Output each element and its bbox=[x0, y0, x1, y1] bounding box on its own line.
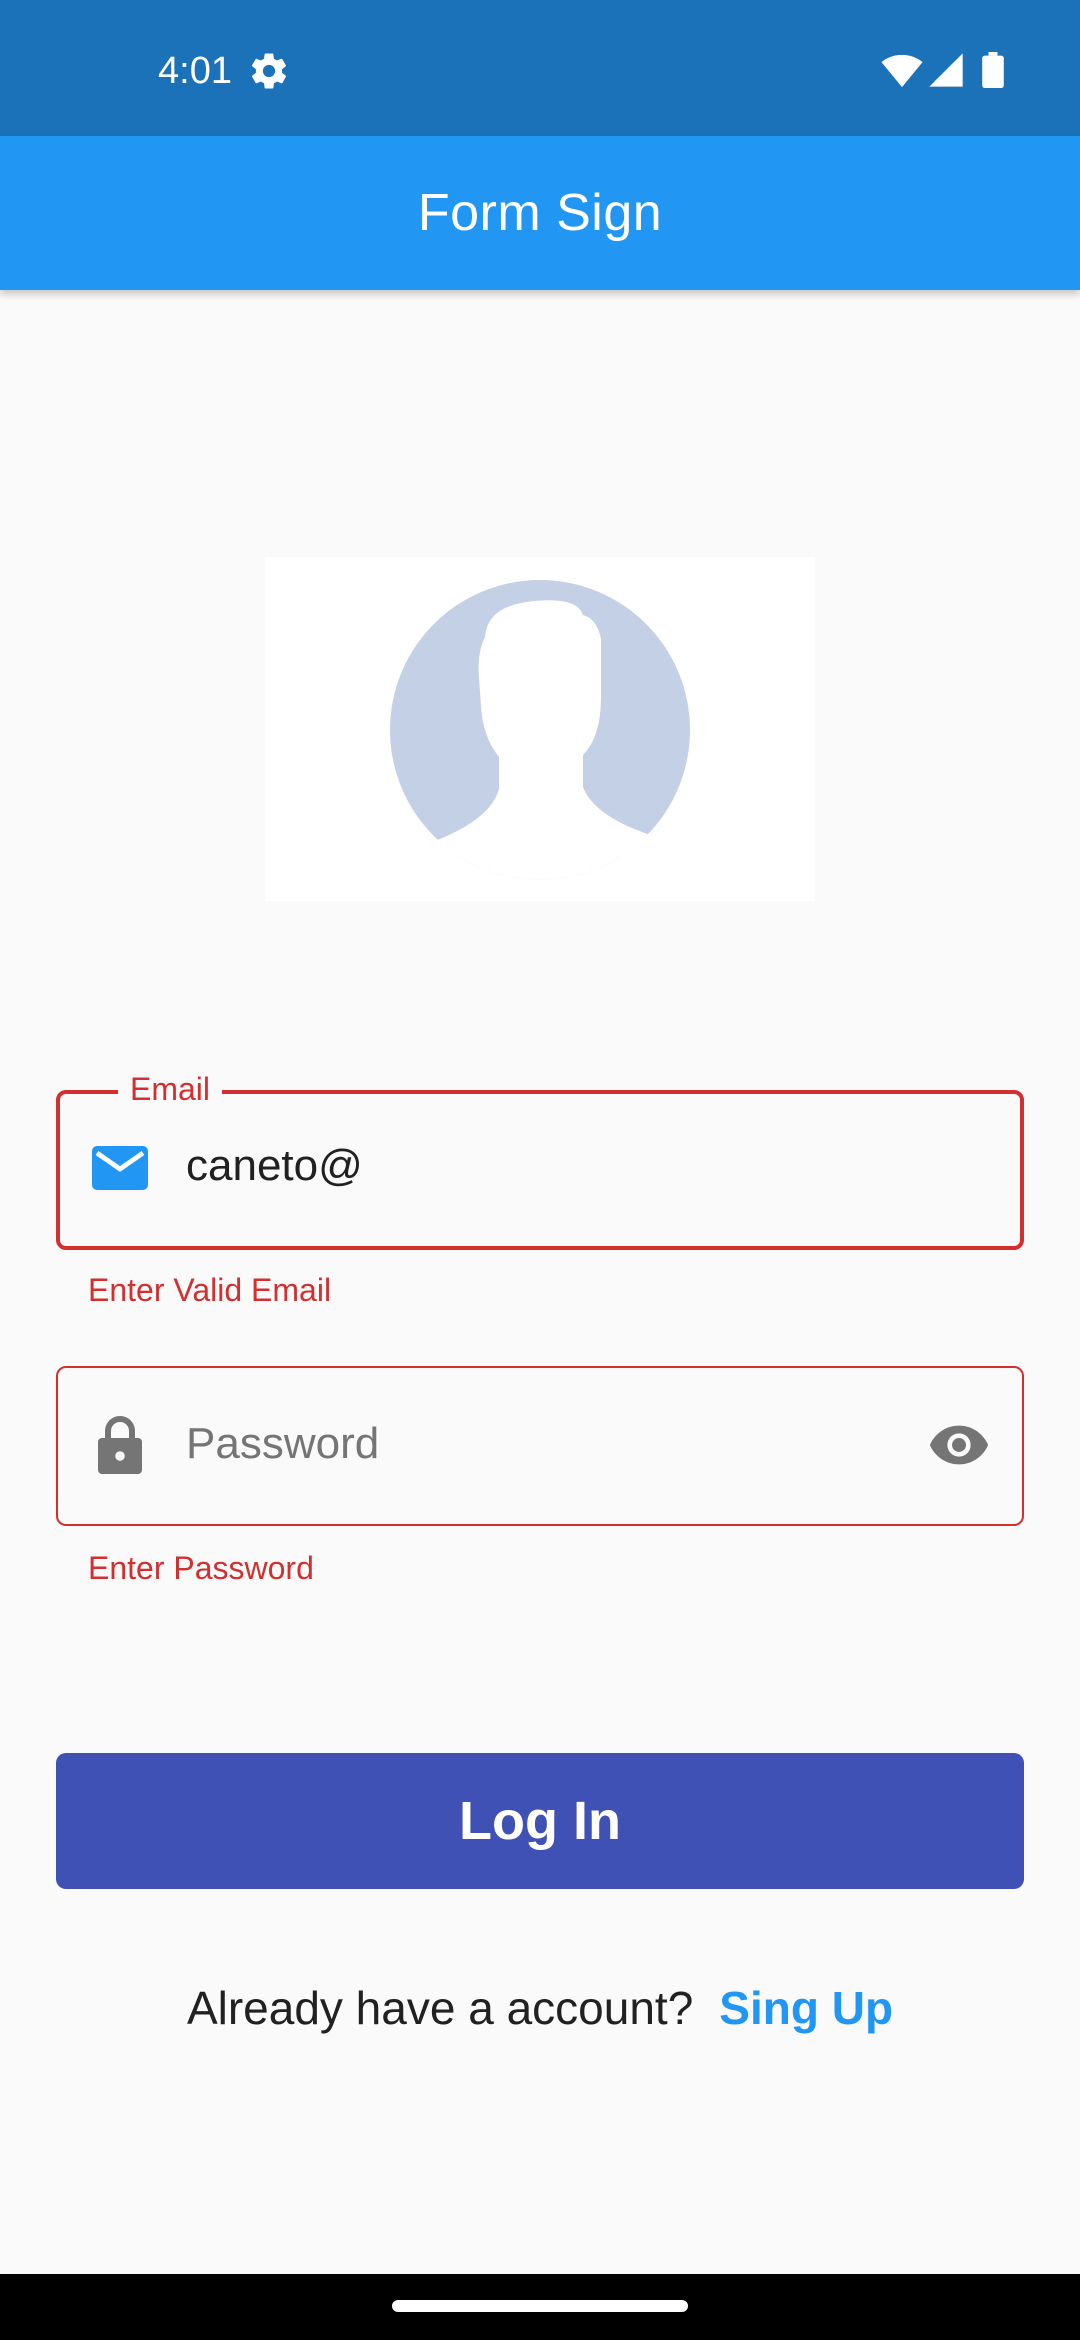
status-bar: 4:01 bbox=[0, 0, 1080, 136]
email-input[interactable]: caneto@ bbox=[186, 1136, 363, 1196]
status-time: 4:01 bbox=[158, 50, 232, 92]
lock-icon bbox=[98, 1416, 142, 1474]
email-field-label: Email bbox=[118, 1070, 223, 1108]
battery-icon bbox=[982, 52, 1004, 88]
password-input[interactable]: Password bbox=[186, 1414, 379, 1474]
password-error-text: Enter Password bbox=[88, 1550, 314, 1586]
login-button-label: Log In bbox=[459, 1791, 621, 1851]
avatar-image bbox=[265, 557, 815, 901]
email-icon bbox=[92, 1146, 148, 1190]
app-bar: Form Sign bbox=[0, 136, 1080, 290]
home-indicator[interactable] bbox=[392, 2300, 688, 2312]
signup-link[interactable]: Sing Up bbox=[719, 1978, 893, 2038]
login-button[interactable]: Log In bbox=[56, 1753, 1024, 1889]
signup-prompt: Already have a account? bbox=[186, 1982, 694, 2034]
signal-icon bbox=[929, 53, 963, 87]
person-silhouette-icon bbox=[390, 580, 690, 880]
gear-icon bbox=[251, 53, 287, 89]
signup-row: Already have a account? Sing Up bbox=[0, 1978, 1080, 2038]
eye-icon[interactable] bbox=[928, 1423, 990, 1467]
wifi-icon bbox=[881, 54, 923, 88]
login-screen: 4:01 Form Sign Email caneto@ Enter Valid… bbox=[0, 0, 1080, 2340]
email-error-text: Enter Valid Email bbox=[88, 1272, 332, 1308]
app-title: Form Sign bbox=[417, 184, 663, 242]
